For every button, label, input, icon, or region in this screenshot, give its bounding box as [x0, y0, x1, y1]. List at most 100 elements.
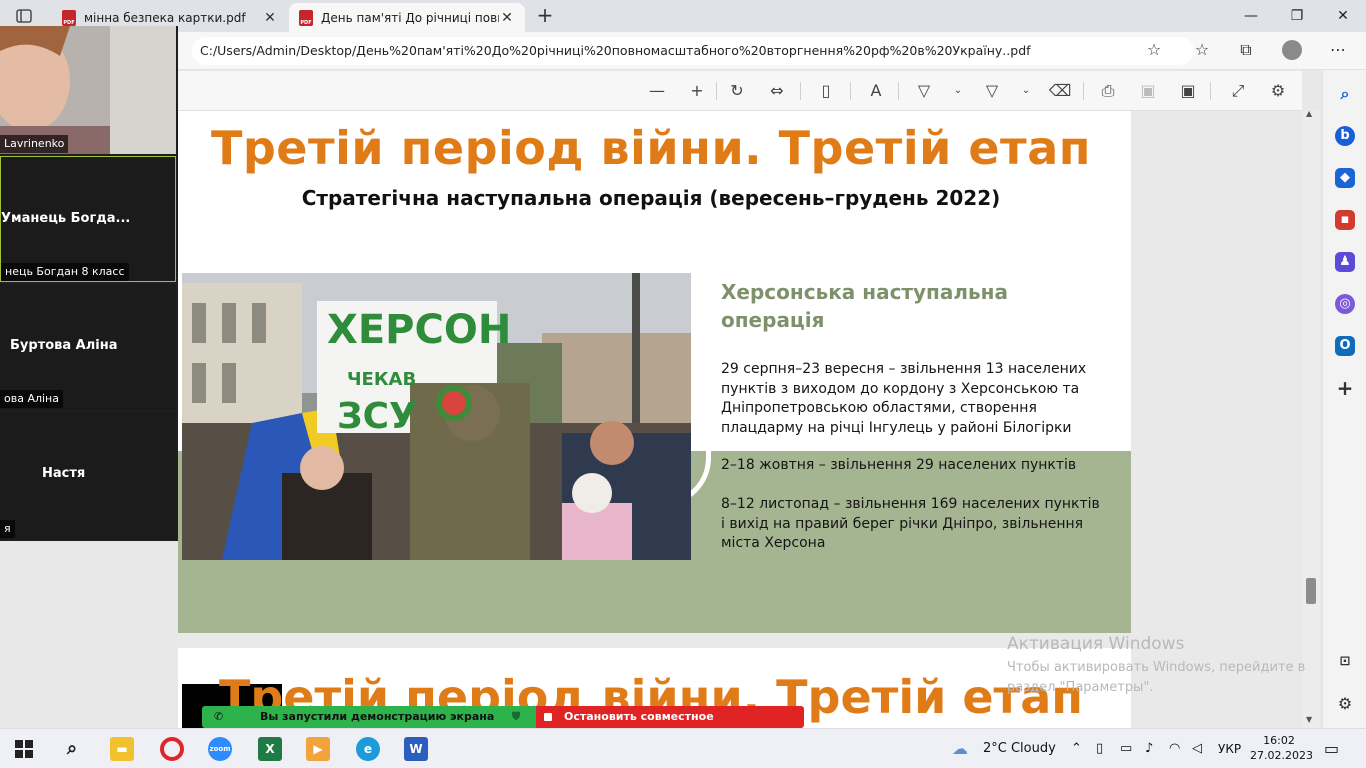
tab-strip: PDF мінна безпека картки.pdf ✕ PDF День … — [0, 0, 1366, 32]
pdf-icon: PDF — [62, 9, 76, 26]
tab-title: мінна безпека картки.pdf — [84, 10, 246, 25]
rotate-icon[interactable]: ↻ — [725, 80, 749, 102]
new-tab-button[interactable]: + — [534, 5, 556, 27]
notifications-icon[interactable]: ▭ — [1324, 729, 1339, 768]
kherson-photo: ХЕРСОН ЧЕКАВ ЗСУ — [182, 273, 691, 560]
save-icon[interactable]: ▣ — [1136, 80, 1160, 102]
save-as-icon[interactable]: ▣ — [1176, 80, 1200, 102]
office-icon[interactable]: ◎ — [1335, 294, 1355, 314]
excel-icon[interactable]: X — [258, 737, 282, 761]
operation-item-3: 8–12 листопад – звільнення 169 населених… — [721, 496, 1100, 551]
file-explorer-icon[interactable]: ▬ — [110, 737, 134, 761]
pdf-icon: PDF — [299, 9, 313, 26]
activation-title: Активация Windows — [1007, 634, 1185, 654]
panel-heading: Херсонська наступальна операція — [721, 280, 1008, 332]
zoom-icon[interactable]: zoom — [208, 737, 232, 761]
favorites-icon[interactable]: ☆ — [1190, 40, 1214, 62]
draw-icon[interactable]: ▽ — [980, 80, 1004, 102]
page-view-icon[interactable]: ▯ — [814, 80, 838, 102]
language-indicator[interactable]: УКР — [1218, 729, 1241, 768]
fit-width-icon[interactable]: ⇔ — [765, 80, 789, 102]
clock-date: 27.02.2023 — [1250, 749, 1313, 762]
slide-subtitle: Стратегічна наступальна операція (вересе… — [301, 186, 1001, 210]
windows-start-icon[interactable] — [12, 737, 36, 761]
microphone-icon[interactable]: ♪ — [1145, 729, 1153, 768]
weather-icon[interactable]: ☁ — [952, 729, 968, 768]
stop-sharing-button[interactable]: Остановить совместное использование — [536, 706, 804, 745]
read-aloud-icon[interactable]: A — [864, 80, 888, 102]
participant-name: Настя — [42, 466, 86, 481]
pdf-page: Третій період війни. Третій етап Стратег… — [178, 111, 1131, 633]
screen-share-notice: ✆ Вы запустили демонстрацию экрана ⛊ — [202, 706, 536, 728]
sign-text-zsu: ЗСУ — [337, 396, 417, 437]
phone-icon: ✆ — [214, 710, 224, 723]
close-window-button[interactable]: ✕ — [1320, 4, 1366, 28]
operation-item-1: 29 серпня–23 вересня – звільнення 13 нас… — [721, 361, 1087, 436]
participant-name: Буртова Аліна — [10, 338, 118, 353]
scroll-up-icon[interactable]: ▲ — [1306, 109, 1312, 118]
tab-active[interactable]: PDF День пам'яті До річниці повном ✕ — [289, 3, 525, 32]
profile-avatar[interactable] — [1282, 40, 1302, 60]
wifi-icon[interactable]: ◠ — [1169, 729, 1180, 768]
add-favorite-icon[interactable]: ☆ — [1142, 40, 1166, 62]
split-screen-icon[interactable]: ⊡ — [1335, 652, 1355, 672]
battery-icon[interactable]: ▭ — [1120, 729, 1132, 768]
tab-actions-icon[interactable] — [8, 5, 40, 27]
participant-label: Lavrinenko — [0, 135, 69, 153]
sign-text-kherson: ХЕРСОН — [327, 307, 511, 353]
edge-icon[interactable]: e — [356, 737, 380, 761]
fullscreen-icon[interactable]: ⤢ — [1226, 80, 1250, 102]
add-icon[interactable]: + — [1335, 378, 1355, 398]
url-field[interactable]: C:/Users/Admin/Desktop/День%20пам'яті%20… — [192, 37, 1194, 65]
activation-text: Чтобы активировать Windows, перейдите в … — [1007, 660, 1306, 695]
chevron-down-icon[interactable]: ⌄ — [1014, 80, 1038, 102]
close-icon[interactable]: ✕ — [499, 10, 515, 26]
url-text: C:/Users/Admin/Desktop/День%20пам'яті%20… — [200, 43, 1031, 58]
chevron-down-icon[interactable]: ⌄ — [946, 80, 970, 102]
pdf-toolbar: — + ↻ ⇔ ▯ A ▽ ⌄ ▽ ⌄ ⌫ ⎙ ▣ ▣ ⤢ ⚙ — [178, 71, 1302, 111]
chevron-up-icon[interactable]: ⌃ — [1071, 729, 1082, 768]
video-participants-panel[interactable]: Lavrinenko Уманець Богда... нець Богдан … — [0, 26, 178, 541]
clock[interactable]: 16:02 27.02.2023 — [1250, 733, 1313, 763]
games-icon[interactable]: ♟ — [1335, 252, 1355, 272]
tools-icon[interactable]: ▪ — [1335, 210, 1355, 230]
opera-icon[interactable] — [160, 737, 184, 761]
participant-label: ова Аліна — [0, 390, 63, 408]
sidebar-settings-icon[interactable]: ⚙ — [1335, 694, 1355, 714]
scroll-down-icon[interactable]: ▼ — [1306, 715, 1312, 724]
weather-text[interactable]: 2°C Cloudy — [983, 729, 1056, 768]
shopping-icon[interactable]: ◆ — [1335, 168, 1355, 188]
usb-icon[interactable]: ▯ — [1096, 729, 1103, 768]
minimize-button[interactable]: — — [1228, 4, 1274, 28]
highlight-icon[interactable]: ▽ — [912, 80, 936, 102]
vertical-scrollbar[interactable]: ▲ ▼ — [1302, 109, 1320, 730]
scrollbar-thumb[interactable] — [1306, 578, 1316, 604]
participant-tile[interactable]: Настя я — [0, 412, 176, 540]
print-icon[interactable]: ⎙ — [1096, 80, 1120, 102]
eraser-icon[interactable]: ⌫ — [1048, 80, 1072, 102]
close-icon[interactable]: ✕ — [262, 10, 278, 26]
volume-icon[interactable]: ◁ — [1192, 729, 1202, 768]
tab-title: День пам'яті До річниці повном — [321, 10, 499, 25]
participant-label: нець Богдан 8 класс — [1, 263, 129, 281]
taskbar: ⌕ ▬ zoom X ▶ e W ☁ 2°C Cloudy ⌃ ▯ ▭ ♪ ◠ … — [0, 728, 1366, 768]
participant-video-tile[interactable]: Lavrinenko — [0, 26, 176, 154]
participant-label: я — [0, 520, 15, 538]
word-icon[interactable]: W — [404, 737, 428, 761]
participant-tile-active[interactable]: Уманець Богда... нець Богдан 8 класс — [0, 156, 176, 282]
operation-item-2: 2–18 жовтня – звільнення 29 населених пу… — [721, 457, 1077, 473]
video-editor-icon[interactable]: ▶ — [306, 737, 330, 761]
more-icon[interactable]: ⋯ — [1326, 40, 1350, 62]
participant-tile[interactable]: Буртова Аліна ова Аліна — [0, 284, 176, 410]
search-icon[interactable]: ⌕ — [1335, 84, 1355, 104]
outlook-icon[interactable]: O — [1335, 336, 1355, 356]
zoom-out-icon[interactable]: — — [645, 80, 669, 102]
restore-button[interactable]: ❐ — [1274, 4, 1320, 28]
zoom-in-icon[interactable]: + — [685, 80, 709, 102]
bing-icon[interactable]: b — [1335, 126, 1355, 146]
collections-icon[interactable]: ⧉ — [1234, 40, 1258, 62]
slide-title: Третій період війни. Третій етап — [210, 121, 1092, 175]
search-icon[interactable]: ⌕ — [60, 737, 84, 761]
settings-gear-icon[interactable]: ⚙ — [1266, 80, 1290, 102]
participant-name: Уманець Богда... — [1, 211, 131, 226]
